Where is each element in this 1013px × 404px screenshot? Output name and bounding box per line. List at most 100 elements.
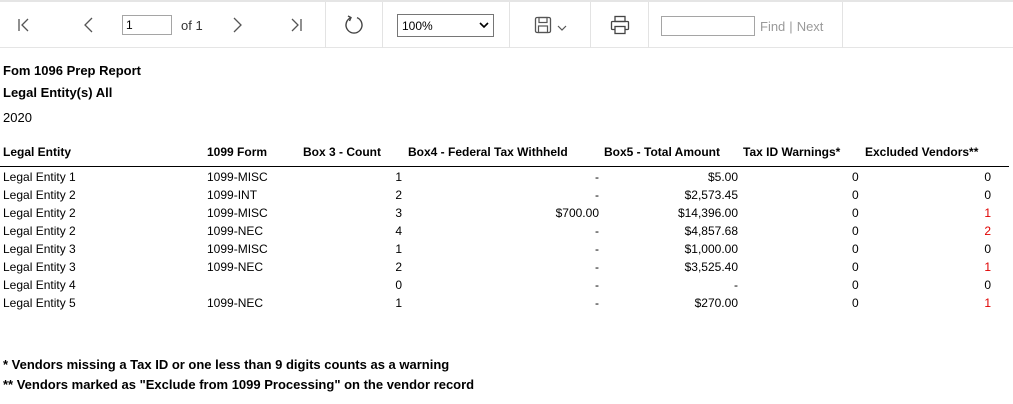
- footnote-excluded: ** Vendors marked as "Exclude from 1099 …: [3, 377, 475, 392]
- save-icon: [534, 16, 551, 34]
- cell-box4-withheld: -: [595, 242, 599, 256]
- cell-excluded-vendors: 0: [984, 278, 991, 292]
- print-button[interactable]: [596, 2, 644, 48]
- zoom-select[interactable]: 100%: [397, 14, 494, 37]
- header-box4-withheld: Box4 - Federal Tax Withheld: [408, 145, 568, 159]
- toolbar-separator: [590, 2, 591, 48]
- cell-box3-count: 2: [395, 260, 402, 274]
- toolbar-separator: [842, 2, 843, 48]
- cell-tax-id-warnings: 0: [852, 242, 859, 256]
- cell-excluded-vendors: 0: [984, 188, 991, 202]
- cell-legal-entity: Legal Entity 2: [3, 206, 76, 220]
- cell-box4-withheld: -: [595, 278, 599, 292]
- next-link[interactable]: Next: [797, 19, 824, 34]
- header-legal-entity: Legal Entity: [3, 145, 72, 159]
- footnote-tax-id: * Vendors missing a Tax ID or one less t…: [3, 357, 450, 372]
- header-1099-form: 1099 Form: [207, 145, 268, 159]
- cell-excluded-vendors: 1: [984, 206, 991, 220]
- cell-tax-id-warnings: 0: [852, 278, 859, 292]
- cell-box3-count: 1: [395, 242, 402, 256]
- cell-legal-entity: Legal Entity 1: [3, 170, 76, 184]
- cell-box4-withheld: -: [595, 296, 599, 310]
- header-rule: [0, 166, 1009, 167]
- find-link[interactable]: Find: [760, 19, 785, 34]
- toolbar-separator: [325, 2, 326, 48]
- previous-page-button[interactable]: [64, 2, 112, 48]
- cell-box5-total: $3,525.40: [684, 260, 738, 274]
- cell-1099-form: 1099-NEC: [207, 260, 264, 274]
- page-count-label: of 1: [181, 18, 203, 33]
- page-number-input[interactable]: [122, 15, 172, 35]
- last-page-icon: [291, 18, 302, 32]
- cell-1099-form: 1099-NEC: [207, 296, 264, 310]
- cell-legal-entity: Legal Entity 5: [3, 296, 76, 310]
- cell-box4-withheld: -: [595, 188, 599, 202]
- cell-box3-count: 1: [395, 296, 402, 310]
- last-page-button[interactable]: [272, 2, 320, 48]
- cell-1099-form: 1099-MISC: [207, 242, 268, 256]
- cell-excluded-vendors: 0: [984, 170, 991, 184]
- cell-legal-entity: Legal Entity 4: [3, 278, 76, 292]
- cell-excluded-vendors: 1: [984, 260, 991, 274]
- cell-box3-count: 2: [395, 188, 402, 202]
- printer-icon: [610, 15, 630, 35]
- chevron-left-icon: [84, 17, 93, 33]
- entity-filter: Legal Entity(s) All: [3, 85, 113, 100]
- cell-box5-total: $1,000.00: [684, 242, 738, 256]
- chevron-right-icon: [233, 17, 242, 33]
- cell-box3-count: 3: [395, 206, 402, 220]
- refresh-icon: [345, 15, 363, 34]
- cell-excluded-vendors: 1: [984, 296, 991, 310]
- cell-box5-total: $14,396.00: [677, 206, 738, 220]
- cell-tax-id-warnings: 0: [852, 296, 859, 310]
- report-title: Fom 1096 Prep Report: [3, 63, 141, 78]
- cell-box5-total: $2,573.45: [684, 188, 738, 202]
- next-page-button[interactable]: [214, 2, 262, 48]
- cell-box3-count: 0: [395, 278, 402, 292]
- first-page-icon: [18, 18, 29, 32]
- report-year: 2020: [3, 110, 32, 125]
- cell-1099-form: 1099-INT: [207, 188, 258, 202]
- cell-box5-total: $4,857.68: [684, 224, 738, 238]
- cell-tax-id-warnings: 0: [852, 170, 859, 184]
- chevron-down-icon: [557, 25, 566, 31]
- zoom-value: 100%: [402, 18, 433, 33]
- cell-legal-entity: Legal Entity 3: [3, 242, 76, 256]
- refresh-button[interactable]: [330, 2, 378, 48]
- cell-1099-form: 1099-NEC: [207, 224, 264, 238]
- cell-1099-form: 1099-MISC: [207, 170, 268, 184]
- toolbar-separator: [509, 2, 510, 48]
- find-controls: Find | Next: [760, 19, 823, 34]
- cell-box4-withheld: $700.00: [555, 206, 599, 220]
- toolbar-separator: [382, 2, 383, 48]
- first-page-button[interactable]: [0, 2, 48, 48]
- cell-tax-id-warnings: 0: [852, 224, 859, 238]
- find-separator: |: [789, 19, 793, 34]
- cell-excluded-vendors: 2: [984, 224, 991, 238]
- cell-tax-id-warnings: 0: [852, 260, 859, 274]
- cell-tax-id-warnings: 0: [852, 188, 859, 202]
- cell-box4-withheld: -: [595, 224, 599, 238]
- find-input[interactable]: [661, 16, 755, 36]
- export-button[interactable]: [520, 2, 580, 48]
- cell-box3-count: 1: [395, 170, 402, 184]
- header-excluded-vendors: Excluded Vendors**: [865, 145, 979, 159]
- header-box3-count: Box 3 - Count: [303, 145, 381, 159]
- cell-tax-id-warnings: 0: [852, 206, 859, 220]
- toolbar-separator: [648, 2, 649, 48]
- cell-box5-total: $270.00: [694, 296, 738, 310]
- chevron-down-icon: [479, 22, 489, 29]
- cell-excluded-vendors: 0: [984, 242, 991, 256]
- cell-legal-entity: Legal Entity 3: [3, 260, 76, 274]
- cell-box5-total: -: [734, 278, 738, 292]
- cell-legal-entity: Legal Entity 2: [3, 188, 76, 202]
- cell-box4-withheld: -: [595, 260, 599, 274]
- header-box5-total: Box5 - Total Amount: [604, 145, 720, 159]
- report-toolbar: of 1 100% Find | Next: [0, 0, 1013, 48]
- header-tax-id-warnings: Tax ID Warnings*: [743, 145, 841, 159]
- cell-1099-form: 1099-MISC: [207, 206, 268, 220]
- cell-legal-entity: Legal Entity 2: [3, 224, 76, 238]
- cell-box4-withheld: -: [595, 170, 599, 184]
- cell-box5-total: $5.00: [707, 170, 738, 184]
- cell-box3-count: 4: [395, 224, 402, 238]
